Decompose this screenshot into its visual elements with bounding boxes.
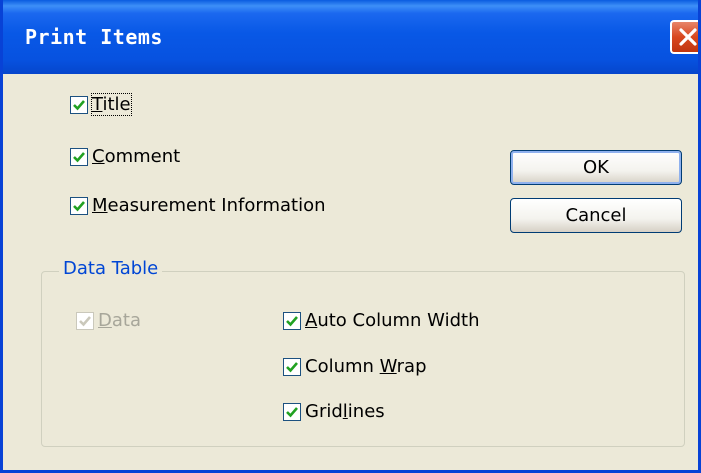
auto-column-width-checkbox[interactable]: Auto Column Width	[283, 310, 479, 331]
title-checkbox-label: Title	[91, 93, 132, 116]
checkbox-box	[283, 357, 301, 376]
ok-button[interactable]: OK	[510, 150, 682, 185]
ok-button-label: OK	[583, 157, 609, 178]
measurement-information-checkbox[interactable]: Measurement Information	[70, 195, 326, 216]
check-icon	[286, 361, 298, 372]
print-items-dialog: Print Items Title Comment Measurement In…	[0, 0, 701, 473]
title-bar[interactable]: Print Items	[3, 0, 698, 74]
data-checkbox[interactable]: Data	[76, 310, 141, 331]
checkbox-box	[70, 147, 88, 166]
comment-checkbox-label: Comment	[92, 146, 181, 167]
check-icon	[73, 151, 85, 162]
checkbox-box	[70, 95, 88, 114]
cancel-button-label: Cancel	[565, 205, 627, 226]
check-icon	[73, 200, 85, 211]
gridlines-label: Gridlines	[305, 401, 385, 422]
data-table-group-label: Data Table	[59, 258, 163, 279]
check-icon	[286, 315, 298, 326]
checkbox-box	[283, 311, 301, 330]
column-wrap-checkbox[interactable]: Column Wrap	[283, 356, 427, 377]
auto-column-width-label: Auto Column Width	[305, 310, 480, 331]
checkbox-box	[76, 311, 94, 330]
close-icon	[679, 28, 697, 46]
cancel-button[interactable]: Cancel	[510, 198, 682, 233]
check-icon	[286, 406, 298, 417]
window-title: Print Items	[25, 25, 163, 49]
column-wrap-label: Column Wrap	[305, 356, 427, 377]
close-button[interactable]	[670, 20, 698, 54]
title-checkbox[interactable]: Title	[70, 93, 132, 116]
comment-checkbox[interactable]: Comment	[70, 146, 180, 167]
measurement-information-label: Measurement Information	[92, 195, 326, 216]
check-icon	[73, 99, 85, 110]
check-icon	[79, 315, 91, 326]
checkbox-box	[70, 196, 88, 215]
data-checkbox-label: Data	[98, 310, 141, 331]
checkbox-box	[283, 402, 301, 421]
gridlines-checkbox[interactable]: Gridlines	[283, 401, 385, 422]
